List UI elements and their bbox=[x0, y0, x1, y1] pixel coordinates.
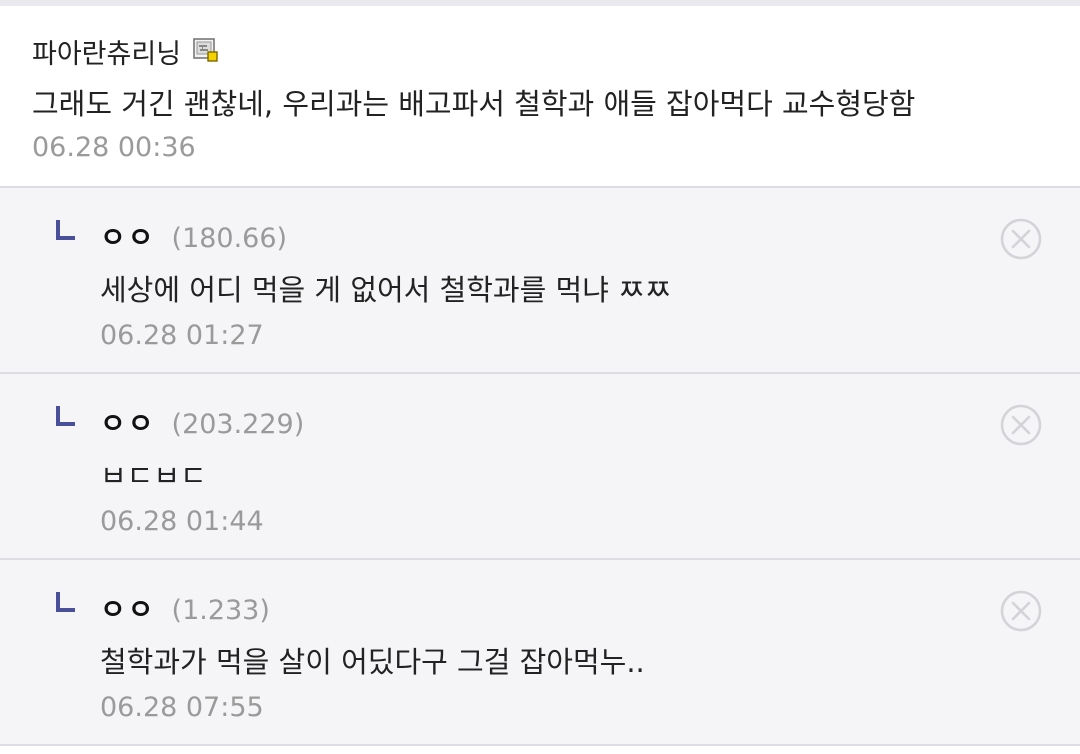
reply-ip: (180.66) bbox=[171, 223, 288, 254]
comment-author[interactable]: 파아란츄리닝 bbox=[32, 32, 181, 71]
delete-reply-button[interactable] bbox=[1000, 590, 1042, 632]
reply-header: ㅇㅇ (1.233) bbox=[100, 588, 1080, 628]
reply-header: ㅇㅇ (203.229) bbox=[100, 402, 1080, 442]
reply-timestamp: 06.28 01:44 bbox=[100, 506, 264, 537]
reply-arrow-icon bbox=[56, 406, 75, 426]
comment-author-line: 파아란츄리닝 bbox=[32, 32, 1048, 70]
reply-item: ㅇㅇ (180.66) 세상에 어디 먹을 게 없어서 철학과를 먹냐 ㅉㅉ 0… bbox=[0, 188, 1080, 374]
delete-reply-button[interactable] bbox=[1000, 218, 1042, 260]
reply-body: ㅂㄷㅂㄷ bbox=[100, 459, 207, 493]
comment-timestamp: 06.28 00:36 bbox=[32, 132, 196, 163]
reply-nickname[interactable]: ㅇㅇ bbox=[100, 216, 156, 256]
reply-item: ㅇㅇ (203.229) ㅂㄷㅂㄷ 06.28 01:44 bbox=[0, 374, 1080, 560]
reply-item: ㅇㅇ (1.233) 철학과가 먹을 살이 어딨다구 그걸 잡아먹누.. 06.… bbox=[0, 560, 1080, 746]
main-comment: 파아란츄리닝 그래도 거긴 괜찮네, 우리과는 배고파서 철학과 애들 잡아먹다… bbox=[0, 6, 1080, 188]
reply-timestamp: 06.28 07:55 bbox=[100, 692, 264, 723]
reply-arrow-icon bbox=[56, 220, 75, 240]
reply-arrow-icon bbox=[56, 592, 75, 612]
comment-body: 그래도 거긴 괜찮네, 우리과는 배고파서 철학과 애들 잡아먹다 교수형당함 bbox=[32, 87, 916, 121]
reply-nickname[interactable]: ㅇㅇ bbox=[100, 402, 156, 442]
reply-ip: (203.229) bbox=[171, 409, 305, 440]
reply-body: 철학과가 먹을 살이 어딨다구 그걸 잡아먹누.. bbox=[100, 645, 645, 679]
reply-ip: (1.233) bbox=[171, 595, 270, 626]
reply-timestamp: 06.28 01:27 bbox=[100, 320, 264, 351]
reply-nickname[interactable]: ㅇㅇ bbox=[100, 588, 156, 628]
reply-header: ㅇㅇ (180.66) bbox=[100, 216, 1080, 256]
reply-body: 세상에 어디 먹을 게 없어서 철학과를 먹냐 ㅉㅉ bbox=[100, 273, 672, 307]
delete-reply-button[interactable] bbox=[1000, 404, 1042, 446]
gallery-member-icon bbox=[193, 37, 218, 62]
